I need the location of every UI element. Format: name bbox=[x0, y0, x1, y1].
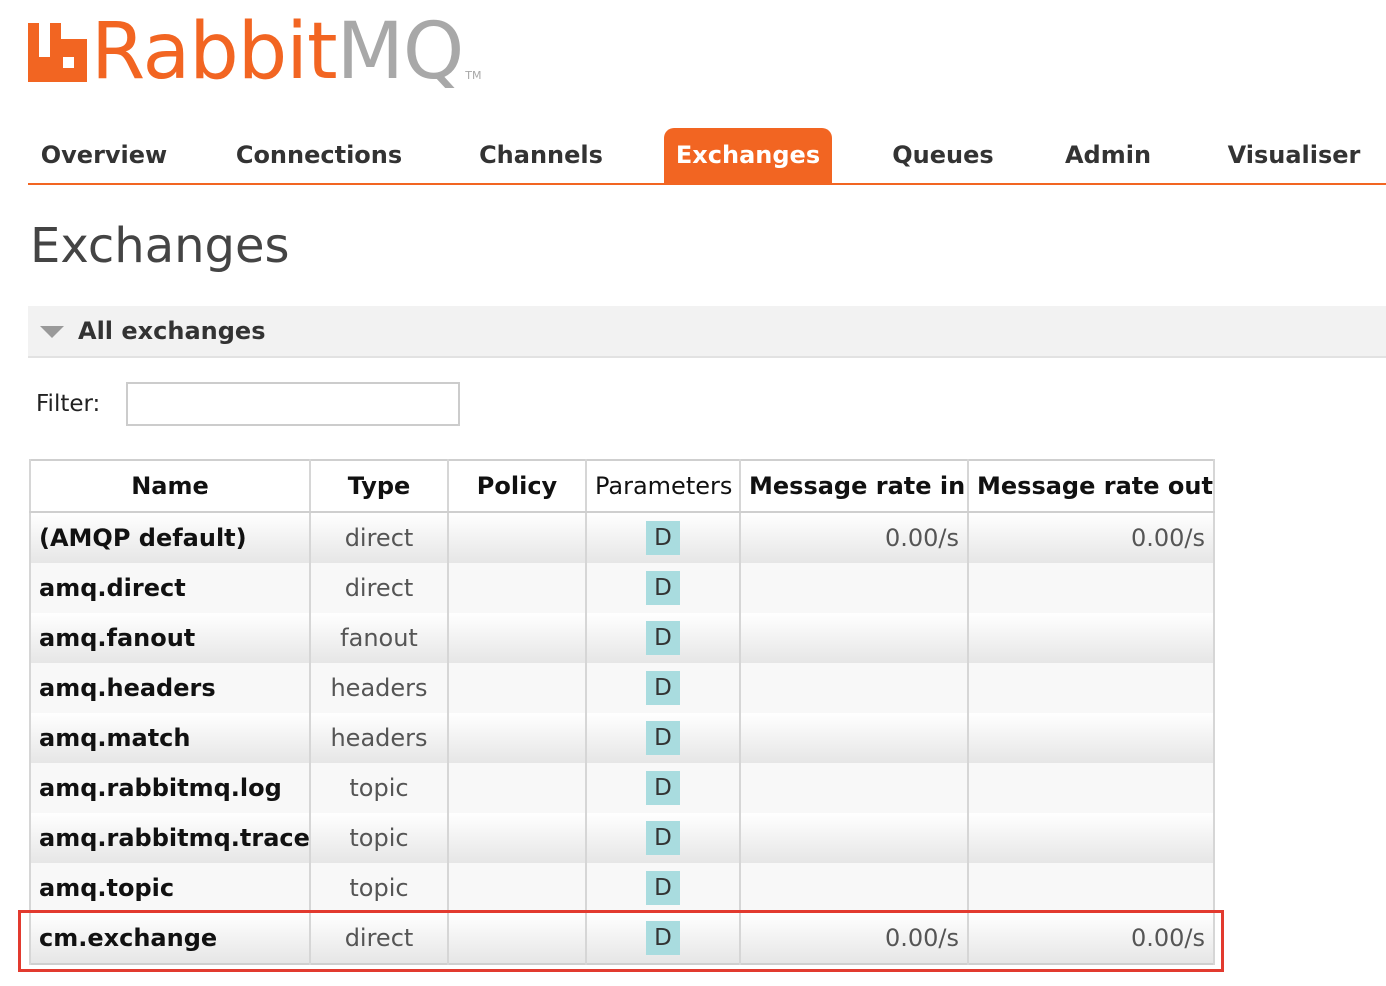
exchange-policy bbox=[447, 913, 587, 964]
section-title: All exchanges bbox=[78, 317, 266, 345]
exchange-policy bbox=[447, 863, 587, 913]
exchange-name-link[interactable]: amq.rabbitmq.log bbox=[29, 763, 311, 813]
durable-badge: D bbox=[646, 871, 680, 905]
exchange-type: headers bbox=[309, 663, 449, 713]
triangle-down-icon bbox=[40, 326, 64, 338]
message-rate-in bbox=[739, 813, 969, 863]
rabbitmq-logo: RabbitMQ TM bbox=[28, 12, 481, 92]
message-rate-in bbox=[739, 613, 969, 663]
tab-connections[interactable]: Connections bbox=[234, 128, 404, 183]
durable-badge: D bbox=[646, 921, 680, 955]
durable-badge: D bbox=[646, 821, 680, 855]
column-header-name[interactable]: Name bbox=[29, 460, 311, 513]
table-row: amq.topic topic D bbox=[29, 863, 1215, 913]
exchange-policy bbox=[447, 813, 587, 863]
message-rate-out bbox=[967, 713, 1215, 763]
exchange-parameters: D bbox=[585, 763, 741, 813]
message-rate-out bbox=[967, 763, 1215, 813]
logo-text-rabbit: Rabbit bbox=[91, 7, 338, 97]
exchange-type: topic bbox=[309, 813, 449, 863]
tab-admin[interactable]: Admin bbox=[1058, 128, 1158, 183]
exchange-policy bbox=[447, 512, 587, 563]
table-header-row: Name Type Policy Parameters Message rate… bbox=[29, 460, 1215, 513]
column-header-rate-in[interactable]: Message rate in bbox=[739, 460, 969, 513]
durable-badge: D bbox=[646, 771, 680, 805]
table-row: amq.headers headers D bbox=[29, 663, 1215, 713]
exchange-parameters: D bbox=[585, 663, 741, 713]
all-exchanges-section-toggle[interactable]: All exchanges bbox=[28, 306, 1386, 358]
exchange-type: headers bbox=[309, 713, 449, 763]
message-rate-in: 0.00/s bbox=[739, 512, 969, 563]
exchange-name-link[interactable]: amq.topic bbox=[29, 863, 311, 913]
column-header-policy[interactable]: Policy bbox=[447, 460, 587, 513]
tab-queues[interactable]: Queues bbox=[886, 128, 1000, 183]
main-nav: Overview Connections Channels Exchanges … bbox=[28, 128, 1386, 185]
message-rate-out bbox=[967, 863, 1215, 913]
exchange-parameters: D bbox=[585, 913, 741, 964]
exchange-parameters: D bbox=[585, 813, 741, 863]
message-rate-in bbox=[739, 763, 969, 813]
exchanges-table: Name Type Policy Parameters Message rate… bbox=[29, 459, 1215, 965]
table-row: amq.direct direct D bbox=[29, 563, 1215, 613]
message-rate-in bbox=[739, 563, 969, 613]
message-rate-out bbox=[967, 613, 1215, 663]
message-rate-out: 0.00/s bbox=[967, 913, 1215, 964]
exchange-policy bbox=[447, 713, 587, 763]
exchange-type: topic bbox=[309, 763, 449, 813]
tab-visualiser[interactable]: Visualiser bbox=[1218, 128, 1370, 183]
page-title: Exchanges bbox=[30, 218, 290, 274]
exchange-name-link[interactable]: amq.rabbitmq.trace bbox=[29, 813, 311, 863]
message-rate-out bbox=[967, 563, 1215, 613]
rabbitmq-logo-icon bbox=[28, 23, 87, 82]
exchange-parameters: D bbox=[585, 863, 741, 913]
exchange-name-link[interactable]: cm.exchange bbox=[29, 913, 311, 964]
exchange-policy bbox=[447, 663, 587, 713]
message-rate-out: 0.00/s bbox=[967, 512, 1215, 563]
exchange-policy bbox=[447, 563, 587, 613]
logo-trademark: TM bbox=[465, 69, 482, 82]
exchange-parameters: D bbox=[585, 563, 741, 613]
exchange-type: topic bbox=[309, 863, 449, 913]
exchange-parameters: D bbox=[585, 512, 741, 563]
tab-channels[interactable]: Channels bbox=[472, 128, 610, 183]
exchange-name-link[interactable]: (AMQP default) bbox=[29, 512, 311, 563]
table-row: amq.fanout fanout D bbox=[29, 613, 1215, 663]
durable-badge: D bbox=[646, 621, 680, 655]
table-row: amq.rabbitmq.log topic D bbox=[29, 763, 1215, 813]
message-rate-in bbox=[739, 863, 969, 913]
message-rate-out bbox=[967, 663, 1215, 713]
exchange-name-link[interactable]: amq.fanout bbox=[29, 613, 311, 663]
exchange-policy bbox=[447, 763, 587, 813]
tab-overview[interactable]: Overview bbox=[28, 128, 180, 183]
message-rate-in bbox=[739, 663, 969, 713]
tab-exchanges[interactable]: Exchanges bbox=[664, 128, 832, 183]
durable-badge: D bbox=[646, 721, 680, 755]
message-rate-in bbox=[739, 713, 969, 763]
table-row: amq.rabbitmq.trace topic D bbox=[29, 813, 1215, 863]
exchange-type: direct bbox=[309, 913, 449, 964]
exchange-policy bbox=[447, 613, 587, 663]
column-header-rate-out[interactable]: Message rate out bbox=[967, 460, 1215, 513]
exchange-name-link[interactable]: amq.headers bbox=[29, 663, 311, 713]
table-row-highlighted: cm.exchange direct D 0.00/s 0.00/s bbox=[29, 913, 1215, 964]
exchange-type: direct bbox=[309, 563, 449, 613]
message-rate-in: 0.00/s bbox=[739, 913, 969, 964]
durable-badge: D bbox=[646, 521, 680, 555]
exchange-parameters: D bbox=[585, 713, 741, 763]
logo-text-mq: MQ bbox=[336, 7, 465, 97]
table-row: amq.match headers D bbox=[29, 713, 1215, 763]
durable-badge: D bbox=[646, 671, 680, 705]
column-header-parameters: Parameters bbox=[585, 460, 741, 513]
exchange-name-link[interactable]: amq.match bbox=[29, 713, 311, 763]
message-rate-out bbox=[967, 813, 1215, 863]
filter-label: Filter: bbox=[36, 391, 101, 417]
exchange-parameters: D bbox=[585, 613, 741, 663]
exchange-name-link[interactable]: amq.direct bbox=[29, 563, 311, 613]
table-row: (AMQP default) direct D 0.00/s 0.00/s bbox=[29, 512, 1215, 563]
exchange-type: fanout bbox=[309, 613, 449, 663]
exchange-type: direct bbox=[309, 512, 449, 563]
durable-badge: D bbox=[646, 571, 680, 605]
filter-input[interactable] bbox=[126, 382, 460, 426]
column-header-type[interactable]: Type bbox=[309, 460, 449, 513]
